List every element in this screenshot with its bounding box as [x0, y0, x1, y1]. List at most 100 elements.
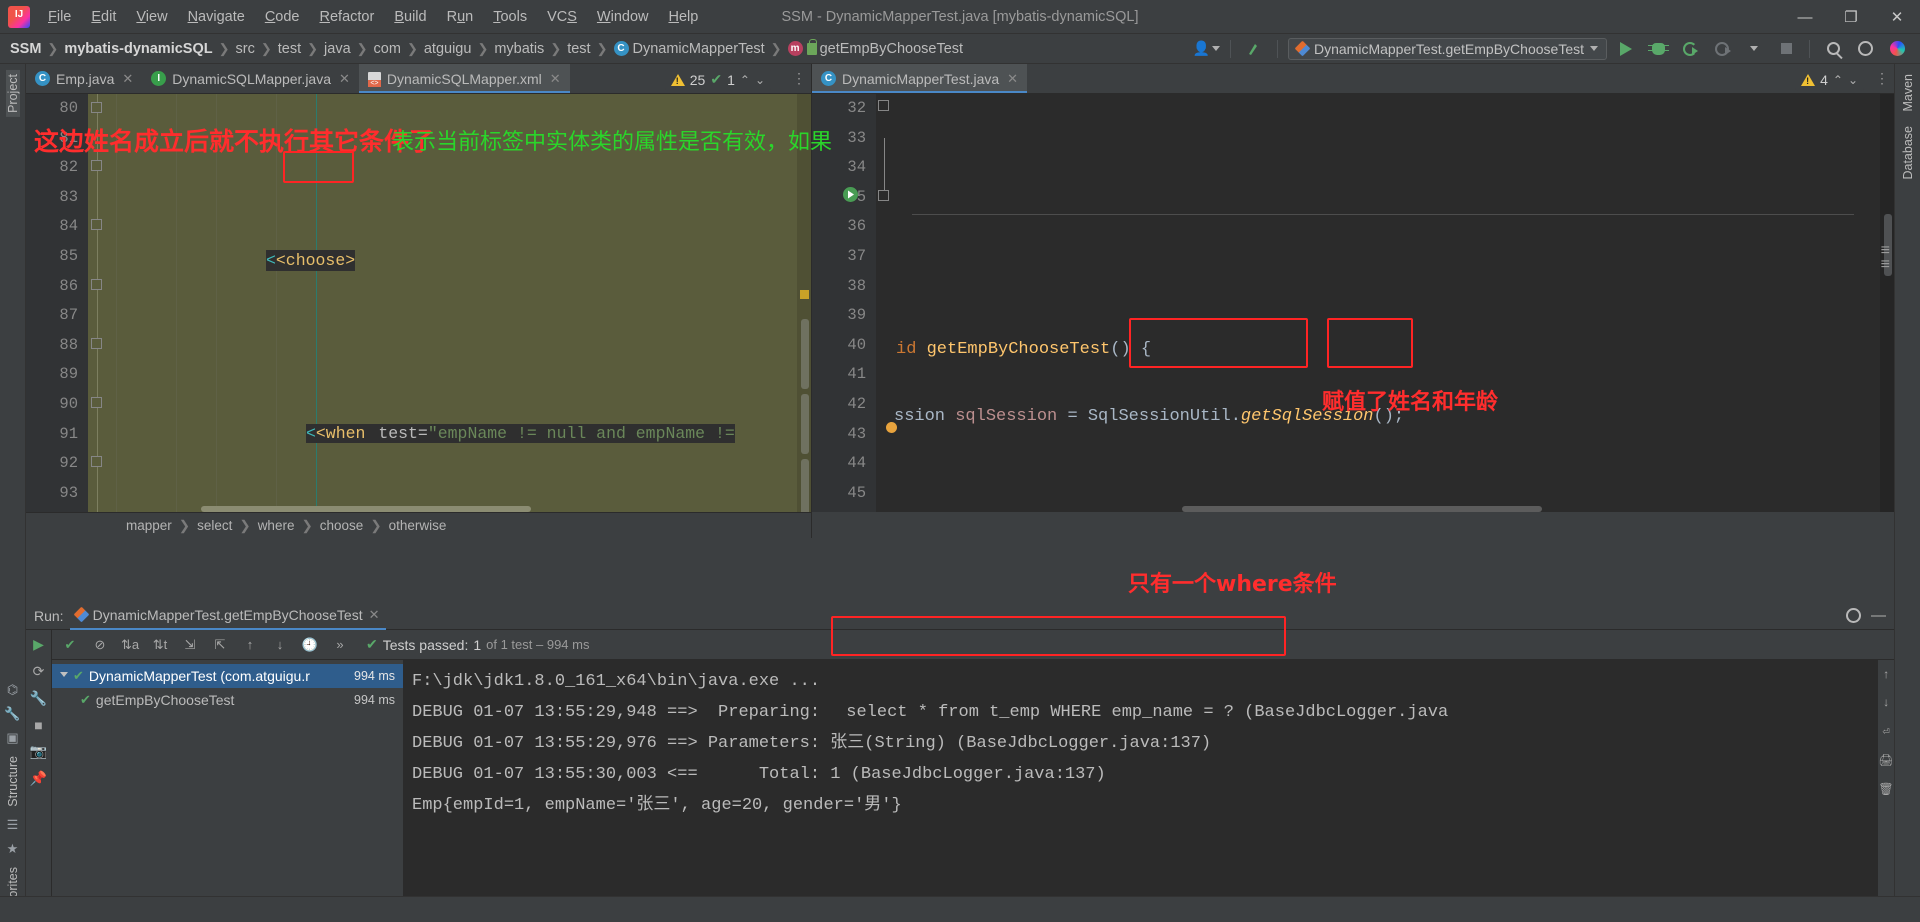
breadcrumb-choose[interactable]: choose [320, 518, 364, 533]
test-tree-row-class[interactable]: ✔ DynamicMapperTest (com.atguigu.r 994 m… [52, 664, 403, 688]
commit-icon[interactable]: ⌬ [3, 680, 23, 700]
run-tab[interactable]: DynamicMapperTest.getEmpByChooseTest ✕ [69, 602, 386, 630]
breadcrumb-test2[interactable]: test [563, 40, 594, 58]
search-everywhere-icon[interactable] [1820, 37, 1846, 61]
inspection-widget-java[interactable]: 4 ⌃ ⌄ [1795, 68, 1864, 91]
inspection-widget-xml[interactable]: 25 ✔ 1 ⌃ ⌄ [664, 68, 771, 91]
build-wrench-icon[interactable]: 🔧 [30, 690, 47, 707]
profile-button[interactable] [1709, 37, 1735, 61]
sidebar-item-maven[interactable]: Maven [1901, 70, 1915, 116]
build-icon[interactable]: 🔧 [3, 704, 23, 724]
collapse-all-icon[interactable]: ⇱ [210, 635, 230, 655]
sort-duration-icon[interactable]: ⇅t [150, 635, 170, 655]
breadcrumb-class[interactable]: C DynamicMapperTest [610, 40, 769, 58]
stop-icon[interactable]: ■ [34, 717, 42, 733]
breadcrumb-project[interactable]: SSM [6, 40, 45, 58]
clear-all-icon[interactable]: 🗑 [1878, 782, 1893, 797]
main-menu[interactable]: File Edit View Navigate Code Refactor Bu… [38, 5, 708, 29]
close-icon[interactable]: ✕ [1007, 71, 1018, 87]
export-icon[interactable]: 📷 [30, 743, 47, 760]
menu-run[interactable]: Run [437, 5, 484, 29]
run-configuration-selector[interactable]: DynamicMapperTest.getEmpByChooseTest [1287, 37, 1607, 60]
scroll-to-end-icon[interactable]: ↓ [1882, 696, 1889, 710]
breadcrumb-atguigu[interactable]: atguigu [420, 40, 476, 58]
error-stripe-xml[interactable] [797, 94, 811, 512]
menu-vcs[interactable]: VCS [537, 5, 587, 29]
next-problem-icon[interactable]: ⌄ [1848, 73, 1858, 87]
xml-code-content[interactable]: <<choose> <<when test="empName != null a… [88, 94, 811, 512]
more-actions-icon[interactable]: » [330, 635, 350, 655]
menu-file[interactable]: File [38, 5, 81, 29]
breadcrumb-select[interactable]: select [197, 518, 232, 533]
close-icon[interactable]: ✕ [550, 71, 561, 87]
tab-emp-java[interactable]: C Emp.java ✕ [26, 64, 142, 93]
todo-icon[interactable]: ☰ [3, 815, 23, 835]
breadcrumb-java[interactable]: java [320, 40, 355, 58]
breadcrumb-otherwise[interactable]: otherwise [389, 518, 447, 533]
next-problem-icon[interactable]: ⌄ [755, 73, 765, 87]
profile-dropdown[interactable] [1741, 37, 1767, 61]
sidebar-item-structure[interactable]: Structure [6, 752, 20, 811]
pin-icon[interactable]: 📌 [30, 770, 47, 787]
warning-marker[interactable] [800, 290, 809, 299]
menu-help[interactable]: Help [658, 5, 708, 29]
tab-dynamicsqlmapper-java[interactable]: I DynamicSQLMapper.java ✕ [142, 64, 359, 93]
maximize-button[interactable]: ❐ [1828, 0, 1874, 34]
tab-dynamicmappertest-java[interactable]: C DynamicMapperTest.java ✕ [812, 64, 1028, 93]
hide-panel-icon[interactable]: — [1865, 607, 1886, 624]
prev-problem-icon[interactable]: ⌃ [1833, 73, 1843, 87]
next-failed-icon[interactable]: ↓ [270, 635, 290, 655]
terminal-icon[interactable]: ▣ [3, 728, 23, 748]
prev-problem-icon[interactable]: ⌃ [740, 73, 750, 87]
minimize-button[interactable]: — [1782, 0, 1828, 34]
favorites-star-icon[interactable]: ★ [3, 839, 23, 859]
close-icon[interactable]: ✕ [122, 71, 133, 87]
prev-failed-icon[interactable]: ↑ [240, 635, 260, 655]
sidebar-item-project[interactable]: Project [5, 70, 20, 117]
hide-ignored-toggle[interactable]: ⊘ [90, 635, 110, 655]
sidebar-item-database[interactable]: Database [1901, 122, 1915, 184]
error-stripe-java[interactable] [1880, 94, 1894, 512]
run-with-coverage-button[interactable] [1677, 37, 1703, 61]
java-code-editor[interactable]: 32 33 34 35 36 37 38 39 40 41 42 43 44 4… [812, 94, 1894, 512]
breadcrumb-where[interactable]: where [258, 518, 295, 533]
sort-alpha-icon[interactable]: ⇅a [120, 635, 140, 655]
breadcrumb-mybatis[interactable]: mybatis [490, 40, 548, 58]
run-test-gutter-icon[interactable] [842, 186, 859, 207]
user-icon[interactable]: 👤 [1193, 40, 1220, 57]
chevron-down-icon[interactable] [60, 671, 68, 681]
menu-refactor[interactable]: Refactor [310, 5, 385, 29]
editor-tab-options-icon[interactable]: ⋮ [787, 64, 811, 93]
breadcrumb-method[interactable]: m getEmpByChooseTest [784, 38, 967, 58]
menu-tools[interactable]: Tools [483, 5, 537, 29]
expand-all-icon[interactable]: ⇲ [180, 635, 200, 655]
run-button[interactable] [1613, 37, 1639, 61]
horizontal-scrollbar-java[interactable] [1182, 506, 1542, 512]
close-icon[interactable]: ✕ [339, 71, 350, 87]
tab-dynamicsqlmapper-xml[interactable]: DynamicSQLMapper.xml ✕ [358, 64, 570, 93]
breadcrumb-test[interactable]: test [274, 40, 305, 58]
settings-gear-icon[interactable] [1852, 37, 1878, 61]
close-button[interactable]: ✕ [1874, 0, 1920, 34]
menu-navigate[interactable]: Navigate [178, 5, 255, 29]
editor-tab-options-icon[interactable]: ⋮ [1870, 64, 1894, 93]
close-icon[interactable]: ✕ [369, 607, 380, 623]
structure-lines-icon[interactable]: ≡ ≡ [1881, 243, 1890, 273]
ide-assistant-icon[interactable] [1884, 37, 1910, 61]
console-output[interactable]: F:\jdk\jdk1.8.0_161_x64\bin\java.exe ...… [404, 660, 1894, 896]
breadcrumb-com[interactable]: com [370, 40, 405, 58]
menu-view[interactable]: View [126, 5, 177, 29]
java-code-content[interactable]: id getEmpByChooseTest() { ssion sqlSessi… [876, 94, 1894, 512]
update-project-icon[interactable] [1241, 37, 1267, 61]
menu-code[interactable]: Code [255, 5, 310, 29]
debug-button[interactable] [1645, 37, 1671, 61]
rerun-failed-icon[interactable]: ⟳ [33, 663, 45, 680]
breadcrumb-mapper[interactable]: mapper [126, 518, 172, 533]
menu-window[interactable]: Window [587, 5, 659, 29]
xml-code-editor[interactable]: 80 81 82 83 84 85 86 87 88 89 90 91 92 9… [26, 94, 811, 512]
stop-button[interactable] [1773, 37, 1799, 61]
breadcrumb-src[interactable]: src [232, 40, 259, 58]
show-passed-toggle[interactable]: ✔ [60, 635, 80, 655]
menu-build[interactable]: Build [384, 5, 436, 29]
test-history-icon[interactable]: 🕘 [300, 635, 320, 655]
